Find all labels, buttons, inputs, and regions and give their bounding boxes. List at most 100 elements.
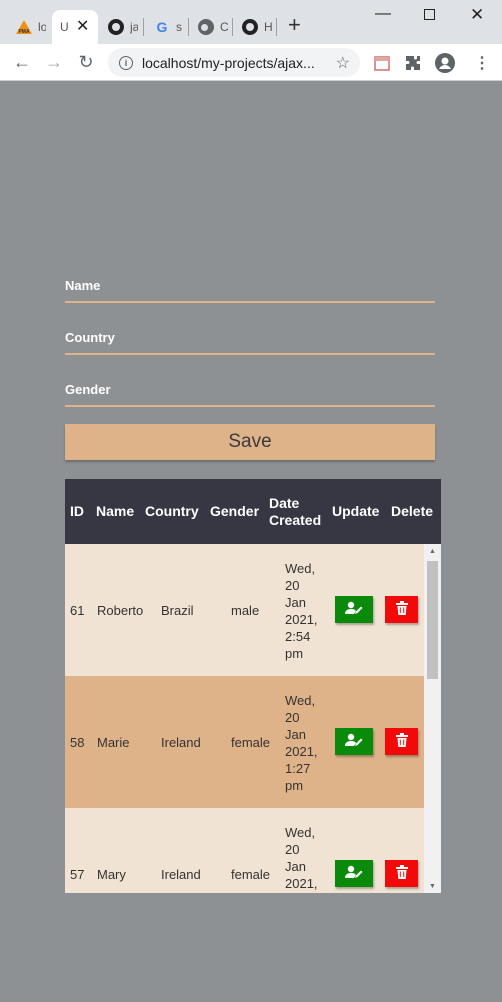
globe-icon <box>198 19 214 35</box>
window-close-icon[interactable]: ✕ <box>470 6 484 23</box>
cell-country: Ireland <box>161 734 201 750</box>
cell-country: Brazil <box>161 602 194 618</box>
date-part: 2021, <box>285 612 318 627</box>
tab-title: lo <box>38 20 46 34</box>
profile-icon[interactable] <box>435 53 455 73</box>
cell-country: Ireland <box>161 866 201 882</box>
address-bar[interactable]: i localhost/my-projects/ajax... ☆ <box>108 48 360 77</box>
delete-button[interactable] <box>385 728 418 755</box>
pma-icon: PMA <box>16 19 32 35</box>
browser-tab[interactable]: ja <box>100 10 140 44</box>
date-part: Jan <box>285 859 306 874</box>
name-input-underline[interactable] <box>65 301 435 303</box>
tab-separator <box>232 18 233 36</box>
cell-id: 57 <box>70 866 85 882</box>
star-icon[interactable]: ☆ <box>336 53 350 73</box>
close-icon[interactable]: ✕ <box>76 19 89 35</box>
date-part: Jan <box>285 727 306 742</box>
header-date-line1: Date <box>269 494 300 511</box>
back-icon[interactable]: ← <box>11 51 33 73</box>
date-part: Wed, <box>285 561 316 576</box>
browser-tab-active[interactable]: U ✕ <box>52 10 98 44</box>
table-scrollbar[interactable]: ▲ ▼ <box>424 544 441 893</box>
date-part: Wed, <box>285 693 316 708</box>
gender-label: Gender <box>65 382 111 397</box>
header-country: Country <box>145 503 199 519</box>
tab-separator <box>188 18 189 36</box>
tab-separator <box>276 18 277 36</box>
tab-title: C <box>220 20 228 34</box>
country-label: Country <box>65 330 115 345</box>
date-part: 20 <box>285 710 300 725</box>
user-edit-icon <box>345 601 363 618</box>
table-header: ID Name Country Gender Date Created Upda… <box>65 479 441 544</box>
cell-name: Mary <box>97 866 126 882</box>
extension-calendar-icon[interactable] <box>372 53 392 73</box>
trash-icon <box>395 865 408 882</box>
user-edit-icon <box>345 865 363 882</box>
header-gender: Gender <box>210 503 260 519</box>
scrollbar-thumb[interactable] <box>427 561 438 679</box>
date-part: 2021, <box>285 744 318 759</box>
update-button[interactable] <box>335 860 373 887</box>
header-delete: Delete <box>391 503 434 519</box>
browser-tab[interactable]: PMA lo <box>8 10 50 44</box>
cell-date-created: Wed, 20 Jan 2021, 1:27 pm <box>285 692 325 794</box>
header-date-created: Date Created <box>269 479 321 544</box>
cell-name: Roberto <box>97 602 144 618</box>
cell-date-created: Wed, 20 Jan 2021, 2:54 pm <box>285 560 325 662</box>
header-id: ID <box>70 503 84 519</box>
cell-gender: female <box>231 866 271 882</box>
cell-gender: female <box>231 734 271 750</box>
minimize-icon[interactable]: — <box>375 6 391 22</box>
gender-field[interactable]: Gender <box>65 374 435 426</box>
google-icon: G <box>156 19 168 35</box>
info-icon[interactable]: i <box>119 55 133 70</box>
table-row: 57 Mary Ireland female Wed, 20 Jan 2021, <box>65 808 424 893</box>
maximize-icon[interactable] <box>424 9 435 20</box>
date-part: Jan <box>285 595 306 610</box>
tab-title: U <box>60 20 68 34</box>
table-body: 61 Roberto Brazil male Wed, 20 Jan 2021,… <box>65 544 424 893</box>
update-button[interactable] <box>335 728 373 755</box>
browser-tab[interactable]: C <box>190 10 230 44</box>
forward-icon[interactable]: → <box>43 51 65 73</box>
record-form: Name Country Gender <box>65 270 435 426</box>
country-field[interactable]: Country <box>65 322 435 374</box>
github-icon <box>242 19 258 35</box>
tab-title: s <box>176 20 182 34</box>
github-icon <box>108 19 124 35</box>
extensions-puzzle-icon[interactable] <box>403 53 423 73</box>
delete-button[interactable] <box>385 860 418 887</box>
cell-date-created: Wed, 20 Jan 2021, <box>285 824 325 892</box>
scroll-up-arrow-icon[interactable]: ▲ <box>424 544 441 558</box>
country-input-underline[interactable] <box>65 353 435 355</box>
delete-button[interactable] <box>385 596 418 623</box>
name-label: Name <box>65 278 101 293</box>
cell-name: Marie <box>97 734 130 750</box>
header-name: Name <box>96 503 135 519</box>
date-part: 2021, <box>285 876 318 891</box>
date-part: 20 <box>285 578 300 593</box>
browser-tab[interactable]: G s <box>146 10 186 44</box>
svg-text:PMA: PMA <box>18 29 30 34</box>
scroll-down-arrow-icon[interactable]: ▼ <box>424 879 441 893</box>
cell-gender: male <box>231 602 260 618</box>
browser-toolbar: ← → ↻ i localhost/my-projects/ajax... ☆ … <box>0 44 502 81</box>
browser-tab-bar: PMA lo U ✕ ja G s C H + — ✕ <box>0 0 502 44</box>
date-part: pm <box>285 646 304 661</box>
menu-kebab-icon[interactable]: ⋮ <box>472 53 492 73</box>
gender-input-underline[interactable] <box>65 405 435 407</box>
save-button[interactable]: Save <box>65 424 435 460</box>
date-part: 20 <box>285 842 300 857</box>
browser-tab[interactable]: H <box>234 10 274 44</box>
name-field[interactable]: Name <box>65 270 435 322</box>
date-part: pm <box>285 778 304 793</box>
table-row: 58 Marie Ireland female Wed, 20 Jan 2021… <box>65 676 424 808</box>
trash-icon <box>395 733 408 750</box>
update-button[interactable] <box>335 596 373 623</box>
reload-icon[interactable]: ↻ <box>75 51 97 73</box>
tab-separator <box>143 18 144 36</box>
new-tab-button[interactable]: + <box>288 14 301 36</box>
table-row: 61 Roberto Brazil male Wed, 20 Jan 2021,… <box>65 544 424 676</box>
